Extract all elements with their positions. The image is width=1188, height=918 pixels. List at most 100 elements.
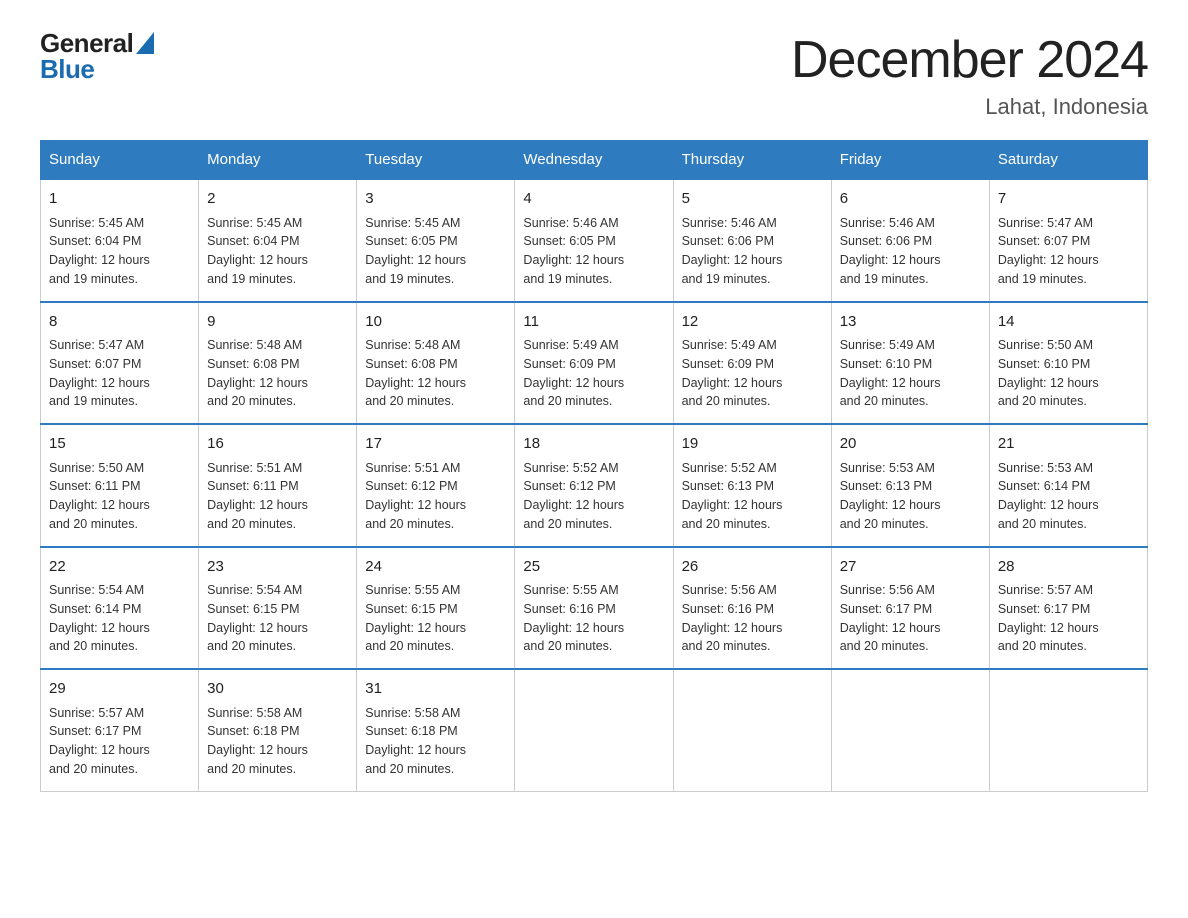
weekday-header-saturday: Saturday bbox=[989, 141, 1147, 180]
day-number: 21 bbox=[998, 433, 1139, 456]
day-detail: Sunrise: 5:57 AMSunset: 6:17 PMDaylight:… bbox=[998, 581, 1139, 656]
calendar-week-row-5: 29 Sunrise: 5:57 AMSunset: 6:17 PMDayligh… bbox=[41, 669, 1148, 791]
day-number: 5 bbox=[682, 188, 823, 211]
calendar-week-row-1: 1 Sunrise: 5:45 AMSunset: 6:04 PMDaylight… bbox=[41, 179, 1148, 302]
day-detail: Sunrise: 5:48 AMSunset: 6:08 PMDaylight:… bbox=[207, 336, 348, 411]
day-number: 18 bbox=[523, 433, 664, 456]
day-number: 4 bbox=[523, 188, 664, 211]
day-number: 26 bbox=[682, 556, 823, 579]
day-number: 8 bbox=[49, 311, 190, 334]
calendar-table: SundayMondayTuesdayWednesdayThursdayFrid… bbox=[40, 140, 1148, 792]
day-number: 24 bbox=[365, 556, 506, 579]
day-number: 14 bbox=[998, 311, 1139, 334]
calendar-cell: 1Sunrise: 5:45 AMSunset: 6:04 PMDaylight… bbox=[41, 179, 199, 302]
weekday-header-friday: Friday bbox=[831, 141, 989, 180]
calendar-cell: 23Sunrise: 5:54 AMSunset: 6:15 PMDayligh… bbox=[199, 547, 357, 670]
calendar-cell: 2 Sunrise: 5:45 AMSunset: 6:04 PMDaylight… bbox=[199, 179, 357, 302]
title-section: December 2024 Lahat, Indonesia bbox=[791, 30, 1148, 120]
day-detail: Sunrise: 5:50 AMSunset: 6:10 PMDaylight:… bbox=[998, 336, 1139, 411]
day-number: 2 bbox=[207, 188, 348, 211]
calendar-cell: 10Sunrise: 5:48 AMSunset: 6:08 PMDayligh… bbox=[357, 302, 515, 425]
day-number: 7 bbox=[998, 188, 1139, 211]
logo-triangle-icon bbox=[136, 32, 154, 54]
day-number: 27 bbox=[840, 556, 981, 579]
day-detail: Sunrise: 5:53 AMSunset: 6:13 PMDaylight:… bbox=[840, 459, 981, 534]
day-detail: Sunrise: 5:45 AMSunset: 6:04 PMDaylight:… bbox=[207, 214, 348, 289]
day-detail: Sunrise: 5:56 AMSunset: 6:16 PMDaylight:… bbox=[682, 581, 823, 656]
day-number: 11 bbox=[523, 311, 664, 334]
day-number: 23 bbox=[207, 556, 348, 579]
day-number: 30 bbox=[207, 678, 348, 701]
calendar-cell: 7Sunrise: 5:47 AMSunset: 6:07 PMDaylight… bbox=[989, 179, 1147, 302]
day-number: 9 bbox=[207, 311, 348, 334]
day-detail: Sunrise: 5:54 AMSunset: 6:14 PMDaylight:… bbox=[49, 581, 190, 656]
calendar-cell: 30 Sunrise: 5:58 AMSunset: 6:18 PMDayligh… bbox=[199, 669, 357, 791]
calendar-week-row-2: 8Sunrise: 5:47 AMSunset: 6:07 PMDaylight… bbox=[41, 302, 1148, 425]
weekday-header-row: SundayMondayTuesdayWednesdayThursdayFrid… bbox=[41, 141, 1148, 180]
day-detail: Sunrise: 5:46 AMSunset: 6:05 PMDaylight:… bbox=[523, 214, 664, 289]
logo-general-text: General bbox=[40, 30, 133, 56]
calendar-cell: 13Sunrise: 5:49 AMSunset: 6:10 PMDayligh… bbox=[831, 302, 989, 425]
calendar-subtitle: Lahat, Indonesia bbox=[791, 94, 1148, 120]
calendar-cell: 8Sunrise: 5:47 AMSunset: 6:07 PMDaylight… bbox=[41, 302, 199, 425]
day-detail: Sunrise: 5:58 AMSunset: 6:18 PMDaylight:… bbox=[365, 704, 506, 779]
day-number: 3 bbox=[365, 188, 506, 211]
calendar-cell: 25Sunrise: 5:55 AMSunset: 6:16 PMDayligh… bbox=[515, 547, 673, 670]
day-detail: Sunrise: 5:48 AMSunset: 6:08 PMDaylight:… bbox=[365, 336, 506, 411]
calendar-cell: 14Sunrise: 5:50 AMSunset: 6:10 PMDayligh… bbox=[989, 302, 1147, 425]
calendar-cell: 21 Sunrise: 5:53 AMSunset: 6:14 PMDayligh… bbox=[989, 424, 1147, 547]
calendar-cell: 16Sunrise: 5:51 AMSunset: 6:11 PMDayligh… bbox=[199, 424, 357, 547]
day-detail: Sunrise: 5:49 AMSunset: 6:09 PMDaylight:… bbox=[682, 336, 823, 411]
day-detail: Sunrise: 5:55 AMSunset: 6:16 PMDaylight:… bbox=[523, 581, 664, 656]
calendar-cell: 19Sunrise: 5:52 AMSunset: 6:13 PMDayligh… bbox=[673, 424, 831, 547]
day-detail: Sunrise: 5:51 AMSunset: 6:12 PMDaylight:… bbox=[365, 459, 506, 534]
calendar-cell: 6Sunrise: 5:46 AMSunset: 6:06 PMDaylight… bbox=[831, 179, 989, 302]
calendar-cell: 27Sunrise: 5:56 AMSunset: 6:17 PMDayligh… bbox=[831, 547, 989, 670]
day-detail: Sunrise: 5:55 AMSunset: 6:15 PMDaylight:… bbox=[365, 581, 506, 656]
day-detail: Sunrise: 5:51 AMSunset: 6:11 PMDaylight:… bbox=[207, 459, 348, 534]
calendar-cell: 4 Sunrise: 5:46 AMSunset: 6:05 PMDaylight… bbox=[515, 179, 673, 302]
calendar-cell bbox=[673, 669, 831, 791]
day-detail: Sunrise: 5:46 AMSunset: 6:06 PMDaylight:… bbox=[682, 214, 823, 289]
day-number: 12 bbox=[682, 311, 823, 334]
day-number: 17 bbox=[365, 433, 506, 456]
logo: General Blue bbox=[40, 30, 154, 82]
calendar-cell: 24Sunrise: 5:55 AMSunset: 6:15 PMDayligh… bbox=[357, 547, 515, 670]
calendar-cell: 31Sunrise: 5:58 AMSunset: 6:18 PMDayligh… bbox=[357, 669, 515, 791]
calendar-cell: 20 Sunrise: 5:53 AMSunset: 6:13 PMDayligh… bbox=[831, 424, 989, 547]
calendar-cell: 28Sunrise: 5:57 AMSunset: 6:17 PMDayligh… bbox=[989, 547, 1147, 670]
calendar-cell: 3 Sunrise: 5:45 AMSunset: 6:05 PMDaylight… bbox=[357, 179, 515, 302]
calendar-title: December 2024 bbox=[791, 30, 1148, 90]
day-number: 25 bbox=[523, 556, 664, 579]
calendar-cell: 15 Sunrise: 5:50 AMSunset: 6:11 PMDayligh… bbox=[41, 424, 199, 547]
calendar-cell: 29 Sunrise: 5:57 AMSunset: 6:17 PMDayligh… bbox=[41, 669, 199, 791]
day-detail: Sunrise: 5:58 AMSunset: 6:18 PMDaylight:… bbox=[207, 704, 348, 779]
day-detail: Sunrise: 5:54 AMSunset: 6:15 PMDaylight:… bbox=[207, 581, 348, 656]
day-detail: Sunrise: 5:52 AMSunset: 6:13 PMDaylight:… bbox=[682, 459, 823, 534]
day-number: 15 bbox=[49, 433, 190, 456]
day-detail: Sunrise: 5:45 AMSunset: 6:05 PMDaylight:… bbox=[365, 214, 506, 289]
day-detail: Sunrise: 5:46 AMSunset: 6:06 PMDaylight:… bbox=[840, 214, 981, 289]
day-number: 29 bbox=[49, 678, 190, 701]
weekday-header-thursday: Thursday bbox=[673, 141, 831, 180]
day-number: 28 bbox=[998, 556, 1139, 579]
calendar-cell: 17 Sunrise: 5:51 AMSunset: 6:12 PMDayligh… bbox=[357, 424, 515, 547]
day-detail: Sunrise: 5:53 AMSunset: 6:14 PMDaylight:… bbox=[998, 459, 1139, 534]
calendar-cell: 11Sunrise: 5:49 AMSunset: 6:09 PMDayligh… bbox=[515, 302, 673, 425]
day-detail: Sunrise: 5:56 AMSunset: 6:17 PMDaylight:… bbox=[840, 581, 981, 656]
day-detail: Sunrise: 5:57 AMSunset: 6:17 PMDaylight:… bbox=[49, 704, 190, 779]
logo-blue-text: Blue bbox=[40, 56, 154, 82]
day-number: 22 bbox=[49, 556, 190, 579]
calendar-week-row-4: 22Sunrise: 5:54 AMSunset: 6:14 PMDayligh… bbox=[41, 547, 1148, 670]
calendar-cell bbox=[989, 669, 1147, 791]
day-number: 20 bbox=[840, 433, 981, 456]
calendar-cell bbox=[515, 669, 673, 791]
day-detail: Sunrise: 5:47 AMSunset: 6:07 PMDaylight:… bbox=[49, 336, 190, 411]
day-number: 1 bbox=[49, 188, 190, 211]
calendar-cell: 22Sunrise: 5:54 AMSunset: 6:14 PMDayligh… bbox=[41, 547, 199, 670]
day-detail: Sunrise: 5:50 AMSunset: 6:11 PMDaylight:… bbox=[49, 459, 190, 534]
weekday-header-tuesday: Tuesday bbox=[357, 141, 515, 180]
weekday-header-wednesday: Wednesday bbox=[515, 141, 673, 180]
calendar-week-row-3: 15 Sunrise: 5:50 AMSunset: 6:11 PMDayligh… bbox=[41, 424, 1148, 547]
calendar-cell bbox=[831, 669, 989, 791]
